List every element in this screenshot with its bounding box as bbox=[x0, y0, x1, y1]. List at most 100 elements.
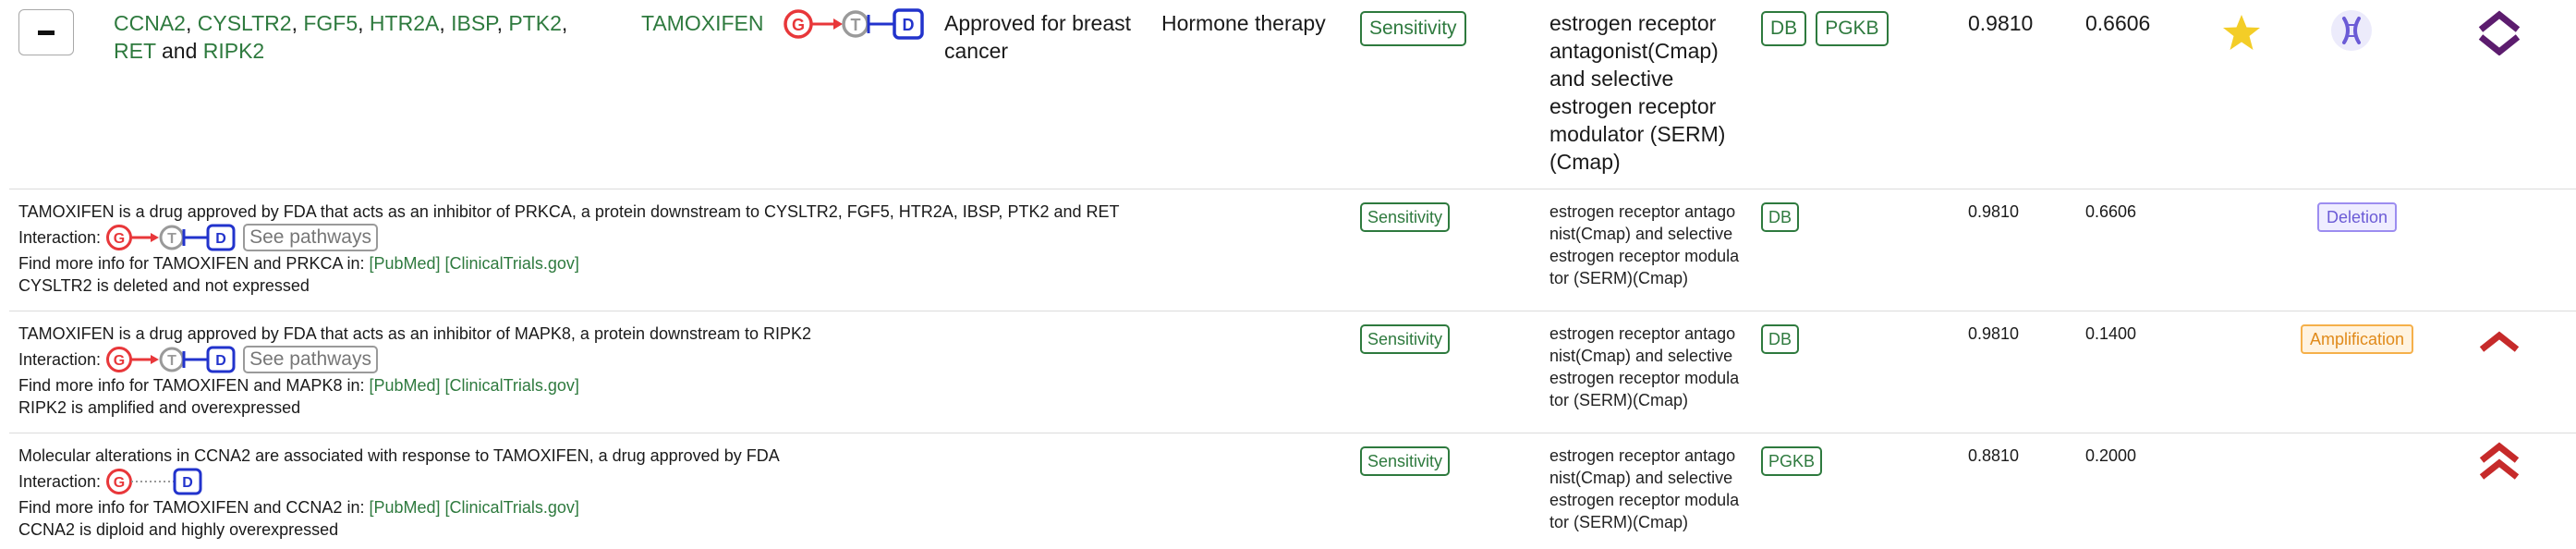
response-badge: Sensitivity bbox=[1360, 202, 1451, 232]
svg-text:G: G bbox=[114, 353, 125, 369]
find-more-line: Find more info for TAMOXIFEN and CCNA2 i… bbox=[18, 496, 1349, 518]
clinicaltrials-link[interactable]: [ClinicalTrials.gov] bbox=[445, 498, 579, 517]
source-badge-db[interactable]: DB bbox=[1761, 11, 1807, 46]
see-pathways-button[interactable]: See pathways bbox=[243, 224, 378, 251]
sub-row-description: TAMOXIFEN is a drug approved by FDA that… bbox=[18, 202, 1120, 221]
gene-link[interactable]: IBSP bbox=[451, 11, 496, 35]
gene-separator: , bbox=[496, 11, 509, 35]
approval-status: Approved for breast cancer bbox=[944, 11, 1132, 63]
score-primary: 0.9810 bbox=[1968, 11, 2034, 35]
gene-link[interactable]: FGF5 bbox=[303, 11, 358, 35]
interaction-diagram: G T D bbox=[784, 8, 924, 40]
gene-separator: , bbox=[439, 11, 452, 35]
score-primary: 0.9810 bbox=[1968, 324, 2020, 343]
cnv-badge-deletion: Deletion bbox=[2317, 202, 2398, 232]
source-badge-pgkb[interactable]: PGKB bbox=[1816, 11, 1889, 46]
interaction-label: Interaction: bbox=[18, 350, 102, 369]
mechanism-of-action: estrogen receptor antagonist(Cmap) and s… bbox=[1549, 324, 1740, 409]
target-node-icon: T bbox=[159, 347, 185, 372]
source-badges: DB bbox=[1761, 324, 1800, 354]
score-secondary: 0.6606 bbox=[2085, 202, 2137, 221]
minus-icon bbox=[38, 30, 55, 35]
sub-row-description: Molecular alterations in CCNA2 are assoc… bbox=[18, 446, 780, 465]
gene-link[interactable]: HTR2A bbox=[370, 11, 439, 35]
find-more-text: Find more info for TAMOXIFEN and PRKCA i… bbox=[18, 254, 365, 273]
svg-text:D: D bbox=[215, 231, 226, 247]
interaction-line: Interaction: G T D See pathways bbox=[18, 345, 1349, 374]
chevron-up-icon bbox=[2479, 331, 2520, 352]
gene-link[interactable]: CCNA2 bbox=[114, 11, 186, 35]
drug-node-icon: D bbox=[893, 8, 924, 40]
score-secondary: 0.6606 bbox=[2085, 11, 2151, 35]
drug-node-icon: D bbox=[173, 468, 202, 495]
source-badges: DB bbox=[1761, 202, 1800, 232]
activation-arrow-icon bbox=[811, 18, 843, 30]
gene-list: CCNA2, CYSLTR2, FGF5, HTR2A, IBSP, PTK2,… bbox=[114, 9, 603, 65]
drug-name[interactable]: TAMOXIFEN bbox=[641, 9, 763, 37]
interaction-diagram: G T D bbox=[106, 224, 236, 251]
gene-separator: , bbox=[185, 11, 198, 35]
svg-text:G: G bbox=[114, 231, 125, 247]
find-more-line: Find more info for TAMOXIFEN and MAPK8 i… bbox=[18, 374, 1349, 396]
gene-node-icon: G bbox=[106, 469, 133, 494]
sub-row-details: TAMOXIFEN is a drug approved by FDA that… bbox=[18, 201, 1349, 297]
svg-text:T: T bbox=[167, 231, 176, 247]
drug-node-icon: D bbox=[206, 224, 236, 251]
response-badge: Sensitivity bbox=[1360, 324, 1451, 354]
svg-text:G: G bbox=[792, 16, 805, 34]
collapse-button[interactable] bbox=[18, 9, 74, 55]
gene-link[interactable]: RIPK2 bbox=[203, 39, 264, 63]
source-badge-pgkb[interactable]: PGKB bbox=[1761, 446, 1823, 476]
target-node-icon: T bbox=[842, 10, 869, 38]
find-more-line: Find more info for TAMOXIFEN and PRKCA i… bbox=[18, 252, 1349, 274]
interaction-label: Interaction: bbox=[18, 472, 102, 491]
inhibition-line-icon bbox=[182, 351, 209, 368]
svg-text:D: D bbox=[903, 16, 915, 34]
pubmed-link[interactable]: [PubMed] bbox=[369, 498, 440, 517]
mechanism-of-action: estrogen receptor antagonist(Cmap) and s… bbox=[1549, 446, 1740, 531]
sub-row-details: TAMOXIFEN is a drug approved by FDA that… bbox=[18, 323, 1349, 419]
gene-separator: and bbox=[155, 39, 203, 63]
svg-text:T: T bbox=[167, 353, 176, 369]
score-secondary: 0.2000 bbox=[2085, 446, 2137, 465]
source-badges: DB PGKB bbox=[1761, 11, 1889, 46]
gene-node-icon: G bbox=[106, 347, 133, 372]
alteration-text: CCNA2 is diploid and highly overexpresse… bbox=[18, 520, 339, 539]
alteration-text: CYSLTR2 is deleted and not expressed bbox=[18, 276, 310, 295]
score-secondary: 0.1400 bbox=[2085, 324, 2137, 343]
gene-node-icon: G bbox=[106, 225, 133, 250]
find-more-text: Find more info for TAMOXIFEN and CCNA2 i… bbox=[18, 498, 365, 517]
pubmed-link[interactable]: [PubMed] bbox=[369, 376, 440, 395]
svg-text:T: T bbox=[851, 16, 861, 34]
score-primary: 0.8810 bbox=[1968, 446, 2020, 465]
gene-separator: , bbox=[561, 11, 568, 35]
mechanism-of-action: estrogen receptor antagonist(Cmap) and s… bbox=[1549, 202, 1740, 287]
star-icon bbox=[2223, 15, 2260, 50]
gene-separator: , bbox=[358, 11, 370, 35]
svg-text:G: G bbox=[114, 475, 125, 491]
expression-toggle-icon[interactable] bbox=[2476, 9, 2522, 55]
interaction-line: Interaction: G D bbox=[18, 467, 1349, 496]
gene-node-icon: G bbox=[784, 9, 813, 39]
sub-row-description: TAMOXIFEN is a drug approved by FDA that… bbox=[18, 324, 812, 343]
find-more-text: Find more info for TAMOXIFEN and MAPK8 i… bbox=[18, 376, 365, 395]
interaction-diagram: G D bbox=[106, 468, 202, 495]
source-badge-db[interactable]: DB bbox=[1761, 202, 1800, 232]
gene-link[interactable]: PTK2 bbox=[508, 11, 562, 35]
source-badge-db[interactable]: DB bbox=[1761, 324, 1800, 354]
activation-arrow-icon bbox=[131, 233, 160, 242]
interaction-label: Interaction: bbox=[18, 228, 102, 247]
chromosome-icon bbox=[2331, 10, 2372, 51]
target-node-icon: T bbox=[159, 225, 185, 250]
source-badges: PGKB bbox=[1761, 446, 1823, 476]
sub-row-details: Molecular alterations in CCNA2 are assoc… bbox=[18, 445, 1349, 541]
gene-link[interactable]: RET bbox=[114, 39, 156, 63]
double-chevron-up-icon bbox=[2479, 442, 2520, 480]
clinicaltrials-link[interactable]: [ClinicalTrials.gov] bbox=[445, 254, 579, 273]
see-pathways-button[interactable]: See pathways bbox=[243, 346, 378, 373]
gene-link[interactable]: CYSLTR2 bbox=[198, 11, 292, 35]
response-badge: Sensitivity bbox=[1360, 446, 1451, 476]
clinicaltrials-link[interactable]: [ClinicalTrials.gov] bbox=[445, 376, 579, 395]
inhibition-line-icon bbox=[867, 15, 894, 33]
pubmed-link[interactable]: [PubMed] bbox=[369, 254, 440, 273]
